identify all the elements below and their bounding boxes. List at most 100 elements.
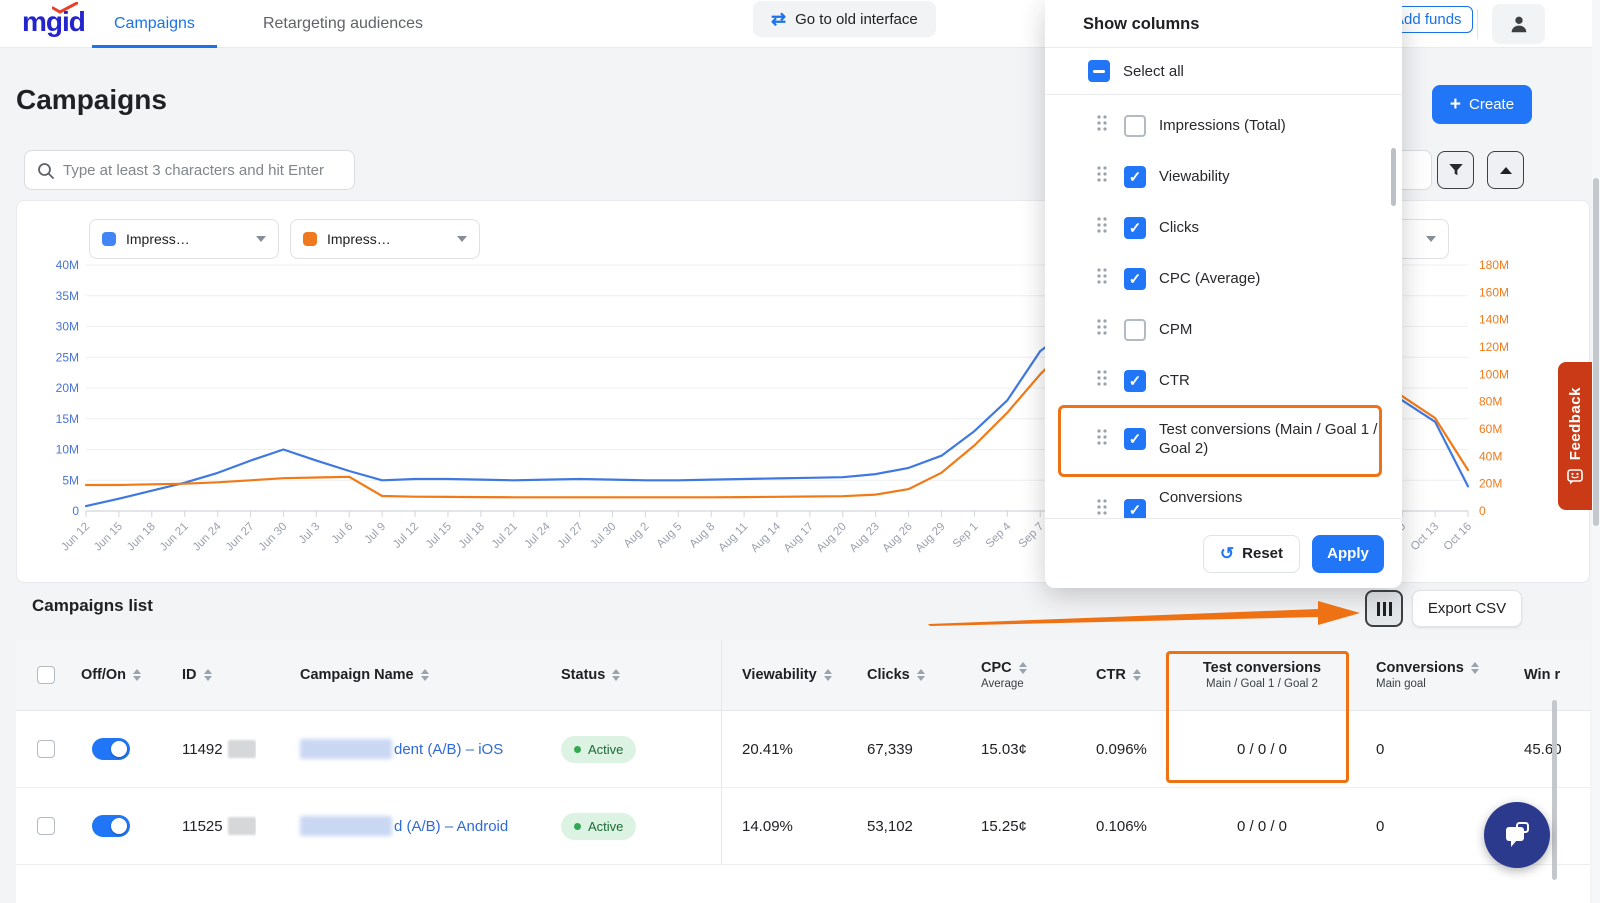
go-to-old-interface-button[interactable]: Go to old interface (753, 1, 936, 37)
chat-widget-button[interactable] (1484, 802, 1550, 868)
create-label: Create (1469, 96, 1514, 113)
svg-text:0: 0 (72, 504, 79, 518)
campaign-name-link[interactable]: d (A/B) – Android (394, 818, 508, 835)
drag-handle-icon[interactable] (1097, 115, 1107, 136)
drag-handle-icon[interactable] (1097, 319, 1107, 340)
tab-retargeting-audiences[interactable]: Retargeting audiences (241, 0, 445, 48)
panel-item-label: Viewability (1159, 167, 1230, 186)
page-title: Campaigns (16, 84, 167, 116)
column-label: Viewability (742, 667, 817, 683)
campaign-name-link[interactable]: dent (A/B) – iOS (394, 741, 503, 758)
column-header-ctr[interactable]: CTR (1072, 640, 1172, 710)
column-checkbox[interactable] (1124, 428, 1146, 450)
sort-icon[interactable] (824, 669, 832, 681)
column-checkbox[interactable] (1124, 166, 1146, 188)
reset-button[interactable]: Reset (1203, 535, 1300, 573)
drag-handle-icon[interactable] (1097, 370, 1107, 391)
filter-button[interactable] (1437, 151, 1474, 189)
panel-item-viewability[interactable]: Viewability (1045, 151, 1402, 202)
column-header-status[interactable]: Status (541, 640, 722, 710)
tab-campaigns[interactable]: Campaigns (92, 0, 217, 48)
account-button[interactable] (1492, 4, 1545, 44)
feedback-smiley-icon (1567, 469, 1584, 485)
panel-item-label: CPC (Average) (1159, 269, 1260, 288)
panel-scrollbar[interactable] (1391, 148, 1396, 206)
mgid-logo[interactable]: mgid (22, 6, 85, 38)
sort-icon[interactable] (917, 669, 925, 681)
sort-icon[interactable] (133, 669, 141, 681)
column-header-clicks[interactable]: Clicks (847, 640, 957, 710)
table-scrollbar[interactable] (1552, 700, 1557, 880)
svg-text:Jul 9: Jul 9 (363, 521, 389, 547)
drag-handle-icon[interactable] (1097, 429, 1107, 450)
select-all-rows-checkbox[interactable] (37, 666, 55, 684)
column-header-select[interactable] (16, 640, 76, 710)
panel-item-clicks[interactable]: Clicks (1045, 202, 1402, 253)
panel-item-test-conversions-main-goal-1-goal-2[interactable]: Test conversions (Main / Goal 1 / Goal 2… (1045, 406, 1402, 472)
drag-handle-icon[interactable] (1097, 166, 1107, 187)
svg-text:60M: 60M (1479, 422, 1502, 436)
svg-text:40M: 40M (56, 258, 79, 272)
column-header-win_rate[interactable]: Win r (1512, 640, 1590, 710)
panel-item-label: Impressions (Total) (1159, 116, 1286, 135)
feedback-tab[interactable]: Feedback (1558, 362, 1592, 510)
row-checkbox[interactable] (37, 817, 55, 835)
column-header-test_conversions[interactable]: Test conversionsMain / Goal 1 / Goal 2 (1172, 640, 1352, 710)
column-header-conversions[interactable]: ConversionsMain goal (1352, 640, 1512, 710)
panel-item-ctr[interactable]: CTR (1045, 355, 1402, 406)
panel-item-conversions[interactable]: Conversions (1045, 472, 1402, 523)
sort-icon[interactable] (612, 669, 620, 681)
column-checkbox[interactable] (1124, 370, 1146, 392)
export-csv-label: Export CSV (1428, 600, 1506, 617)
metric-selector-right[interactable]: Impress… (290, 219, 480, 259)
campaigns-list-title: Campaigns list (32, 596, 153, 616)
column-header-toggle[interactable]: Off/On (76, 640, 146, 710)
column-header-id[interactable]: ID (146, 640, 256, 710)
select-all-row[interactable]: Select all (1045, 48, 1402, 94)
sort-icon[interactable] (421, 669, 429, 681)
sort-icon[interactable] (204, 669, 212, 681)
column-header-viewability[interactable]: Viewability (722, 640, 847, 710)
column-checkbox[interactable] (1124, 217, 1146, 239)
cell-value: 14.09% (742, 818, 793, 835)
page-scrollbar-thumb[interactable] (1593, 178, 1599, 526)
panel-item-cpm[interactable]: CPM (1045, 304, 1402, 355)
off-on-toggle[interactable] (92, 738, 130, 760)
sort-icon[interactable] (1133, 669, 1141, 681)
select-all-checkbox[interactable] (1088, 60, 1110, 82)
metric-selector-left[interactable]: Impress… (89, 219, 279, 259)
page-scrollbar[interactable] (1592, 0, 1600, 903)
panel-item-impressions-total[interactable]: Impressions (Total) (1045, 100, 1402, 151)
create-button[interactable]: Create (1432, 85, 1532, 124)
drag-handle-icon[interactable] (1097, 217, 1107, 238)
off-on-toggle[interactable] (92, 815, 130, 837)
cell-value: 0 (1376, 818, 1384, 835)
sort-icon[interactable] (1471, 662, 1479, 674)
status-badge: Active (561, 736, 636, 763)
search-input[interactable] (63, 151, 348, 189)
metric-selector-left-label: Impress… (126, 231, 190, 247)
column-label: Campaign Name (300, 667, 414, 683)
cell-conversions: 0 (1352, 711, 1512, 787)
svg-text:Jul 30: Jul 30 (588, 521, 618, 551)
cell-clicks: 53,102 (847, 788, 957, 864)
cell-value: 0 / 0 / 0 (1237, 741, 1287, 758)
drag-handle-icon[interactable] (1097, 499, 1107, 520)
svg-text:160M: 160M (1479, 285, 1509, 299)
column-header-cpc[interactable]: CPCAverage (957, 640, 1072, 710)
row-checkbox[interactable] (37, 740, 55, 758)
collapse-button[interactable] (1487, 151, 1524, 189)
column-header-name[interactable]: Campaign Name (256, 640, 541, 710)
column-checkbox[interactable] (1124, 115, 1146, 137)
column-checkbox[interactable] (1124, 268, 1146, 290)
export-csv-button[interactable]: Export CSV (1412, 590, 1522, 627)
show-columns-button[interactable] (1365, 590, 1403, 627)
sort-icon[interactable] (1019, 662, 1027, 674)
apply-button[interactable]: Apply (1312, 535, 1384, 573)
table-header-row: Off/OnID Campaign Name Status Viewability Cl… (16, 640, 1590, 711)
column-sublabel: Main goal (1376, 678, 1479, 690)
drag-handle-icon[interactable] (1097, 268, 1107, 289)
panel-item-label: Conversions (1159, 488, 1242, 507)
column-checkbox[interactable] (1124, 319, 1146, 341)
panel-item-cpc-average[interactable]: CPC (Average) (1045, 253, 1402, 304)
